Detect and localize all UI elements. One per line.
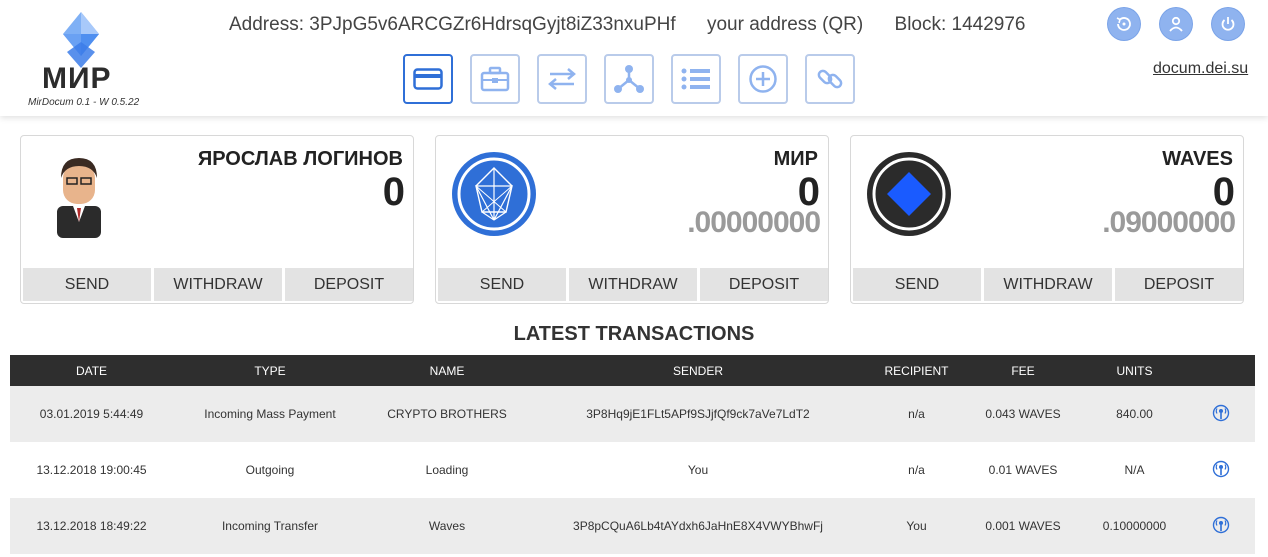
avatar [57,158,101,238]
column-header [1187,355,1255,386]
tx-recipient: n/a [908,463,925,477]
main-nav [403,54,855,104]
qr-address-link[interactable]: your address (QR) [707,14,863,35]
account-balance: 0 [382,170,405,214]
logout-button[interactable] [1212,8,1244,40]
user-icon [1169,16,1183,32]
tx-action-cell [1187,386,1255,442]
top-icon-bar [1108,8,1244,40]
wallet-address: Address: 3PJpG5v6ARCGZr6HdrsqGyjt8iZ33nx… [229,14,676,35]
deposit-button[interactable]: DEPOSIT [1115,268,1243,301]
network-nodes-icon [614,65,644,93]
tx-fee: 0.01 WAVES [988,463,1058,477]
nav-transfer-button[interactable] [537,54,587,104]
tx-date: 13.12.2018 19:00:45 [36,463,147,477]
deposit-button[interactable]: DEPOSIT [285,268,413,301]
crystal-logo-icon [63,12,99,68]
send-button[interactable]: SEND [438,268,566,301]
tx-type: Incoming Transfer [173,498,367,554]
history-button[interactable] [1108,8,1140,40]
tx-recipient: n/a [869,386,964,442]
logo-version: MirDocum 0.1 - W 0.5.22 [28,97,140,108]
column-header: SENDER [527,355,869,386]
app-header: МИР MirDocum 0.1 - W 0.5.22 Address: 3PJ… [0,0,1268,116]
withdraw-button[interactable]: WITHDRAW [984,268,1112,301]
app-logo[interactable]: МИР MirDocum 0.1 - W 0.5.22 [28,12,140,110]
nav-add-button[interactable] [738,54,788,104]
profile-button[interactable] [1160,8,1192,40]
tx-units: N/A [1124,463,1145,477]
nav-portfolio-button[interactable] [470,54,520,104]
column-header: FEE [964,355,1082,386]
tx-name: Waves [367,498,527,554]
tx-fee: 0.001 WAVES [964,498,1082,554]
account-name: ЯРОСЛАВ ЛОГИНОВ [197,148,403,170]
table-row: 13.12.2018 19:00:45 Outgoing Loading You… [10,442,1255,498]
tx-units: 0.10000000 [1082,498,1187,554]
nav-wallet-button[interactable] [403,54,453,104]
column-header: NAME [367,355,527,386]
deposit-button[interactable]: DEPOSIT [700,268,828,301]
card-actions: SEND WITHDRAW DEPOSIT [853,268,1243,301]
account-card: ЯРОСЛАВ ЛОГИНОВ 0 SEND WITHDRAW DEPOSIT [20,135,414,304]
mir-token-card: МИР 0 .00000000 SEND WITHDRAW DEPOSIT [435,135,829,304]
tx-action-cell [1187,498,1255,554]
mir-token-icon [452,152,536,236]
token-balance-frac: .00000000 [687,206,821,239]
send-button[interactable]: SEND [23,268,151,301]
link-icon [817,69,843,89]
withdraw-button[interactable]: WITHDRAW [154,268,282,301]
broadcast-icon[interactable] [1212,460,1230,478]
logo-title: МИР [42,62,112,95]
tx-type: Outgoing [245,463,295,477]
tx-sender: 3P8pCQuA6Lb4tAYdxh6JaHnE8X4VWYBhwFj [527,498,869,554]
tx-recipient: You [869,498,964,554]
withdraw-button[interactable]: WITHDRAW [569,268,697,301]
address-bar: Address: 3PJpG5v6ARCGZr6HdrsqGyjt8iZ33nx… [229,14,1052,36]
column-header: TYPE [173,355,367,386]
briefcase-icon [480,66,510,92]
transfer-arrows-icon [548,68,576,90]
history-icon [1116,17,1131,31]
tx-sender: 3P8Hq9jE1FLt5APf9SJjfQf9ck7aVe7LdT2 [527,386,869,442]
tx-name: Loading [425,463,469,477]
list-icon [681,68,710,90]
nav-network-button[interactable] [604,54,654,104]
transactions-title: LATEST TRANSACTIONS [513,323,755,345]
card-actions: SEND WITHDRAW DEPOSIT [438,268,828,301]
tx-date: 13.12.2018 18:49:22 [10,498,173,554]
column-header: DATE [10,355,173,386]
power-icon [1221,17,1235,31]
transactions-table: DATE TYPE NAME SENDER RECIPIENT FEE UNIT… [10,355,1255,554]
tx-action-cell [1187,442,1255,498]
column-header: RECIPIENT [869,355,964,386]
send-button[interactable]: SEND [853,268,981,301]
card-actions: SEND WITHDRAW DEPOSIT [23,268,413,301]
table-row: 03.01.2019 5:44:49 Incoming Mass Payment… [10,386,1255,442]
tx-sender: You [687,463,709,477]
waves-token-icon [867,152,951,236]
tx-fee: 0.043 WAVES [964,386,1082,442]
tx-date: 03.01.2019 5:44:49 [10,386,173,442]
wallet-card-icon [413,68,443,90]
table-row: 13.12.2018 18:49:22 Incoming Transfer Wa… [10,498,1255,554]
broadcast-icon[interactable] [1212,404,1230,422]
broadcast-icon[interactable] [1212,516,1230,534]
nav-link-button[interactable] [805,54,855,104]
token-name: МИР [773,148,818,170]
block-height: Block: 1442976 [894,14,1026,35]
tx-name: CRYPTO BROTHERS [367,386,527,442]
nav-list-button[interactable] [671,54,721,104]
tx-type: Incoming Mass Payment [173,386,367,442]
tx-units: 840.00 [1082,386,1187,442]
docum-link[interactable]: docum.dei.su [1153,60,1248,78]
token-name: WAVES [1162,148,1233,170]
waves-token-card: WAVES 0 .09000000 SEND WITHDRAW DEPOSIT [850,135,1244,304]
add-circle-icon [749,65,777,93]
token-balance-frac: .09000000 [1102,206,1236,239]
table-header-row: DATE TYPE NAME SENDER RECIPIENT FEE UNIT… [10,355,1255,386]
column-header: UNITS [1082,355,1187,386]
